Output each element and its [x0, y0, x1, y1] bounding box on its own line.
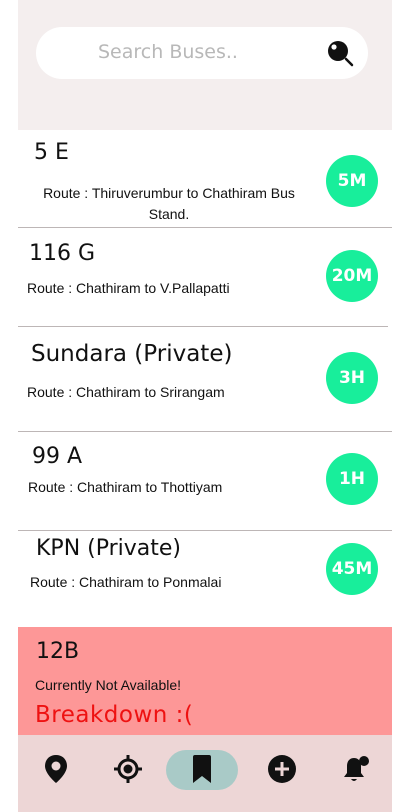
bus-card[interactable]: 116 G Route : Chathiram to V.Pallapatti …	[18, 228, 392, 327]
search-input[interactable]: Search Buses..	[98, 41, 238, 63]
bus-number: KPN (Private)	[36, 536, 182, 561]
bus-number: 116 G	[29, 241, 96, 266]
gps-target-icon	[112, 753, 144, 789]
bus-number: 5 E	[34, 140, 69, 165]
bus-list: 5 E Route : Thiruverumbur to Chathiram B…	[18, 130, 392, 627]
bus-route: Route : Chathiram to Srirangam	[27, 384, 225, 400]
search-bar[interactable]: Search Buses..	[36, 27, 368, 79]
add-circle-icon	[267, 754, 297, 788]
nav-gps-button[interactable]	[108, 751, 148, 791]
bottom-nav	[18, 735, 392, 812]
notification-bell-icon	[341, 754, 371, 788]
bus-number: Sundara (Private)	[31, 341, 233, 367]
bus-card[interactable]: Sundara (Private) Route : Chathiram to S…	[18, 327, 392, 432]
eta-badge: 20M	[326, 250, 378, 302]
eta-badge: 45M	[326, 543, 378, 595]
bus-card[interactable]: 99 A Route : Chathiram to Thottiyam 1H	[18, 432, 392, 531]
bus-number: 99 A	[32, 444, 83, 469]
bus-card[interactable]: 5 E Route : Thiruverumbur to Chathiram B…	[18, 130, 392, 228]
eta-badge: 1H	[326, 453, 378, 505]
search-icon[interactable]	[326, 39, 354, 67]
bus-route: Route : Thiruverumbur to Chathiram Bus S…	[43, 185, 295, 222]
bus-card[interactable]: KPN (Private) Route : Chathiram to Ponma…	[18, 531, 392, 627]
availability-status: Currently Not Available!	[35, 677, 182, 693]
eta-badge: 5M	[326, 155, 378, 207]
bookmark-icon	[190, 754, 214, 788]
bus-route: Route : Chathiram to V.Pallapatti	[27, 280, 230, 296]
eta-badge: 3H	[326, 352, 378, 404]
bus-route: Route : Chathiram to Ponmalai	[30, 574, 222, 590]
header: Search Buses..	[18, 0, 392, 130]
bus-route: Route : Chathiram to Thottiyam	[28, 479, 223, 495]
location-pin-icon	[43, 754, 69, 788]
breakdown-label: Breakdown :(	[35, 702, 194, 728]
nav-add-button[interactable]	[262, 751, 302, 791]
bus-number: 12B	[36, 639, 80, 664]
nav-bookmark-button[interactable]	[182, 751, 222, 791]
unavailable-bus-card[interactable]: 12B Currently Not Available! Breakdown :…	[18, 627, 392, 735]
nav-notifications-button[interactable]	[336, 751, 376, 791]
nav-location-button[interactable]	[36, 751, 76, 791]
